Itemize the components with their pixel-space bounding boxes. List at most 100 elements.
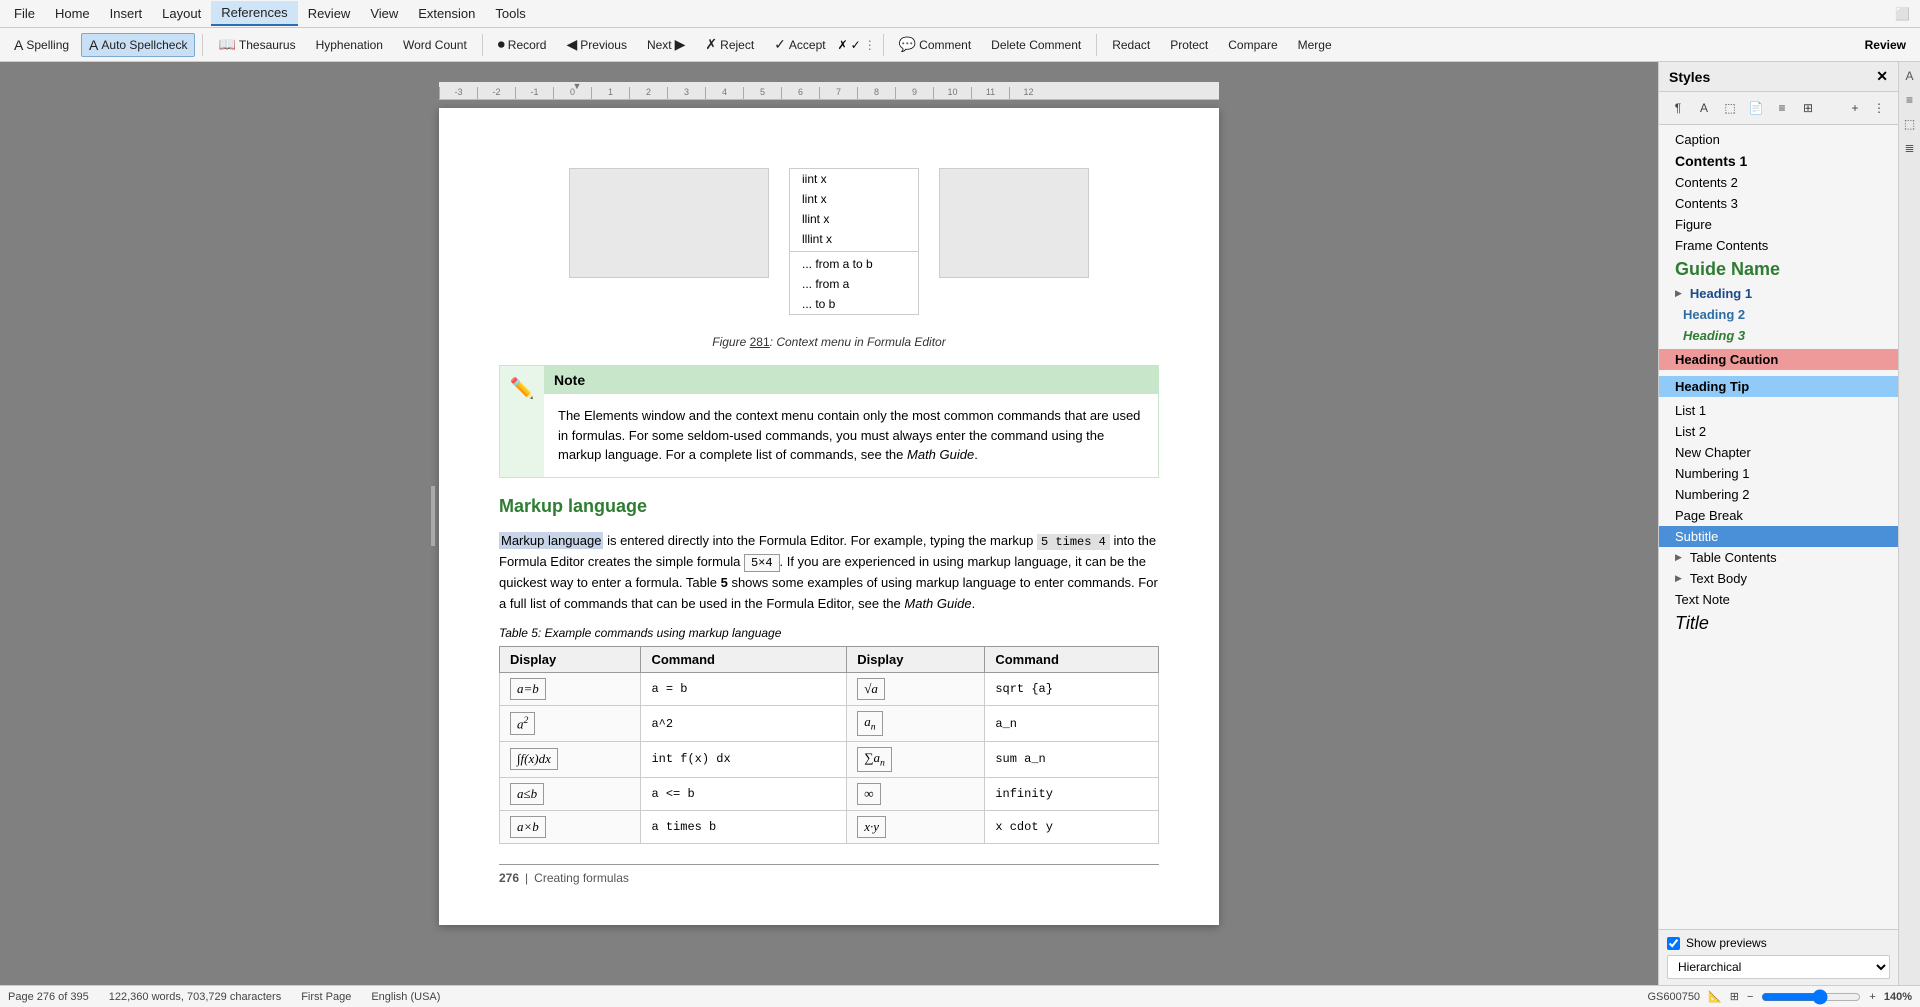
spelling-button[interactable]: A Spelling xyxy=(6,33,77,57)
menu-separator xyxy=(790,251,918,252)
ruler-mark: 9 xyxy=(895,87,933,99)
menu-bar: File Home Insert Layout References Revie… xyxy=(0,0,1920,28)
right-icon-4[interactable]: ≣ xyxy=(1901,138,1917,158)
style-item-heading-caution[interactable]: Heading Caution xyxy=(1659,346,1898,373)
track-x-icon[interactable]: ✗ xyxy=(838,38,848,52)
thesaurus-button[interactable]: 📖 Thesaurus xyxy=(210,32,303,57)
menu-tools[interactable]: Tools xyxy=(485,2,535,25)
maximize-icon[interactable]: ⬜ xyxy=(1889,7,1916,21)
delete-comment-button[interactable]: Delete Comment xyxy=(983,34,1089,56)
zoom-in-icon[interactable]: + xyxy=(1869,991,1875,1003)
style-label-text-body: Text Body xyxy=(1690,571,1747,586)
menu-item-iint[interactable]: iint x xyxy=(790,169,918,189)
right-icon-1[interactable]: A xyxy=(1902,66,1916,86)
status-bar-right: GS600750 📐 ⊞ − + 140% xyxy=(1647,989,1912,1005)
menu-home[interactable]: Home xyxy=(45,2,100,25)
style-item-heading1[interactable]: ▶ Heading 1 xyxy=(1659,283,1898,304)
style-item-text-note[interactable]: Text Note xyxy=(1659,589,1898,610)
style-para-icon[interactable]: ¶ xyxy=(1667,97,1689,119)
styles-panel-header: Styles ✕ xyxy=(1659,62,1898,92)
merge-button[interactable]: Merge xyxy=(1290,34,1340,56)
style-item-heading-tip[interactable]: Heading Tip xyxy=(1659,373,1898,400)
sep2 xyxy=(482,34,483,56)
previous-button[interactable]: ◀ Previous xyxy=(558,32,634,57)
style-item-contents3[interactable]: Contents 3 xyxy=(1659,193,1898,214)
style-frame-icon[interactable]: ⬚ xyxy=(1719,97,1741,119)
style-item-title[interactable]: Title xyxy=(1659,610,1898,637)
style-item-heading3[interactable]: Heading 3 xyxy=(1659,325,1898,346)
style-table-icon[interactable]: ⊞ xyxy=(1797,97,1819,119)
menu-item-froma[interactable]: ... from a xyxy=(790,274,918,294)
document-area[interactable]: -3 -2 -1 ▼0 1 2 3 4 5 6 7 8 9 10 11 12 xyxy=(0,62,1658,985)
style-item-numbering2[interactable]: Numbering 2 xyxy=(1659,484,1898,505)
display-cell-6: ∑an xyxy=(847,742,985,778)
menu-item-fromtob[interactable]: ... from a to b xyxy=(790,254,918,274)
style-item-frame-contents[interactable]: Frame Contents xyxy=(1659,235,1898,256)
style-item-numbering1[interactable]: Numbering 1 xyxy=(1659,463,1898,484)
track-check-icon[interactable]: ✓ xyxy=(851,38,861,52)
menu-item-lint[interactable]: lint x xyxy=(790,189,918,209)
hierarchical-dropdown[interactable]: Hierarchical Flat Custom xyxy=(1667,955,1890,979)
more-icon[interactable]: ⋮ xyxy=(1868,97,1890,119)
zoom-out-icon[interactable]: − xyxy=(1747,991,1753,1003)
style-item-contents2[interactable]: Contents 2 xyxy=(1659,172,1898,193)
protect-button[interactable]: Protect xyxy=(1162,34,1216,56)
status-icon-2[interactable]: ⊞ xyxy=(1730,990,1739,1003)
record-button[interactable]: ⏺ Record xyxy=(490,32,555,57)
accept-button[interactable]: ✓ Accept xyxy=(766,32,833,57)
menu-review[interactable]: Review xyxy=(298,2,361,25)
col-header-command1: Command xyxy=(641,647,847,673)
right-icon-2[interactable]: ≡ xyxy=(1903,90,1916,110)
style-item-heading2[interactable]: Heading 2 xyxy=(1659,304,1898,325)
menu-references[interactable]: References xyxy=(211,1,297,26)
compare-button[interactable]: Compare xyxy=(1220,34,1285,56)
menu-file[interactable]: File xyxy=(4,2,45,25)
style-char-icon[interactable]: A xyxy=(1693,97,1715,119)
style-item-table-contents[interactable]: ▶ Table Contents xyxy=(1659,547,1898,568)
style-item-page-break[interactable]: Page Break xyxy=(1659,505,1898,526)
formula-table: Display Command Display Command a=b a = … xyxy=(499,646,1159,843)
style-item-guide-name[interactable]: Guide Name xyxy=(1659,256,1898,283)
show-previews-checkbox[interactable] xyxy=(1667,937,1680,950)
display-cell-1: a=b xyxy=(500,673,641,706)
menu-item-llint[interactable]: llint x xyxy=(790,209,918,229)
show-previews-label[interactable]: Show previews xyxy=(1667,936,1890,950)
style-item-figure[interactable]: Figure xyxy=(1659,214,1898,235)
display-cell-3: a2 xyxy=(500,706,641,742)
menu-layout[interactable]: Layout xyxy=(152,2,211,25)
new-style-icon[interactable]: + xyxy=(1844,97,1866,119)
review-panel-label: Review xyxy=(1857,38,1914,52)
style-item-caption[interactable]: Caption xyxy=(1659,129,1898,150)
hyphenation-button[interactable]: Hyphenation xyxy=(308,34,391,56)
menu-item-tob[interactable]: ... to b xyxy=(790,294,918,314)
style-list-icon[interactable]: ≡ xyxy=(1771,97,1793,119)
status-icon-1[interactable]: 📐 xyxy=(1708,990,1722,1003)
autospellcheck-button[interactable]: A Auto Spellcheck xyxy=(81,33,195,57)
comment-button[interactable]: 💬 Comment xyxy=(891,32,979,57)
menu-extension[interactable]: Extension xyxy=(408,2,485,25)
menu-insert[interactable]: Insert xyxy=(100,2,153,25)
ruler-mark: 10 xyxy=(933,87,971,99)
right-side-icons: A ≡ ⬚ ≣ xyxy=(1898,62,1920,985)
record-icon: ⏺ xyxy=(498,36,505,53)
menu-item-lllint[interactable]: lllint x xyxy=(790,229,918,249)
menu-view[interactable]: View xyxy=(360,2,408,25)
reject-button[interactable]: ✗ Reject xyxy=(697,32,762,57)
style-item-list1[interactable]: List 1 xyxy=(1659,400,1898,421)
style-item-text-body[interactable]: ▶ Text Body xyxy=(1659,568,1898,589)
track-options-icon[interactable]: ⋮ xyxy=(864,38,876,52)
right-icon-3[interactable]: ⬚ xyxy=(1901,114,1918,134)
ruler-mark: 2 xyxy=(629,87,667,99)
redact-button[interactable]: Redact xyxy=(1104,34,1158,56)
next-button[interactable]: Next ▶ xyxy=(639,32,693,57)
close-styles-icon[interactable]: ✕ xyxy=(1876,68,1888,85)
style-item-contents1[interactable]: Contents 1 xyxy=(1659,150,1898,172)
style-item-list2[interactable]: List 2 xyxy=(1659,421,1898,442)
zoom-slider[interactable] xyxy=(1761,989,1861,1005)
style-item-new-chapter[interactable]: New Chapter xyxy=(1659,442,1898,463)
command-cell-10: x cdot y xyxy=(985,810,1159,843)
style-item-subtitle[interactable]: Subtitle xyxy=(1659,526,1898,547)
wordcount-button[interactable]: Word Count xyxy=(395,34,475,56)
style-page-icon[interactable]: 📄 xyxy=(1745,97,1767,119)
command-cell-5: int f(x) dx xyxy=(641,742,847,778)
